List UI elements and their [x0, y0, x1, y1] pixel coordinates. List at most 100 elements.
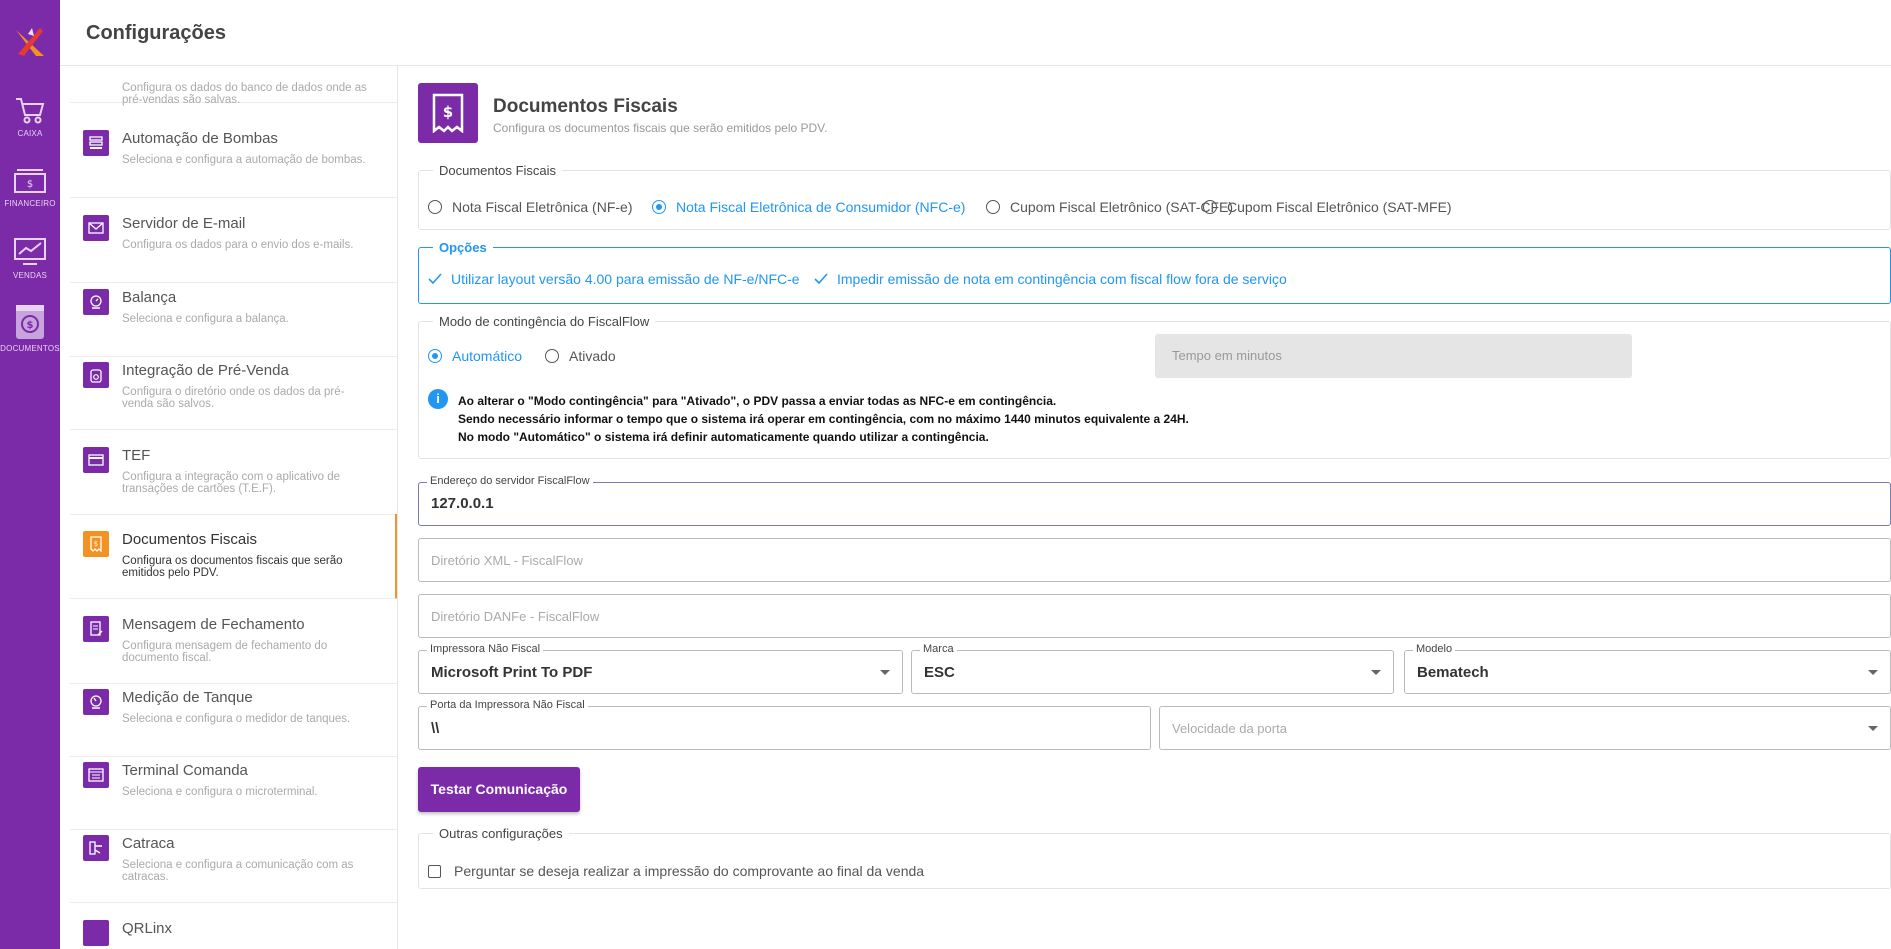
menu-item-title: Mensagem de Fechamento: [122, 616, 305, 633]
rail-label: VENDAS: [12, 271, 48, 280]
velocidade-porta-select[interactable]: Velocidade da porta: [1159, 706, 1891, 750]
checkbox-box: [428, 864, 441, 878]
menu-item-title: Terminal Comanda: [122, 762, 248, 779]
modelo-select[interactable]: Modelo Bematech: [1404, 643, 1891, 694]
menu-item-desc: Seleciona e configura a balança.: [122, 313, 289, 325]
info-line: No modo "Automático" o sistema irá defin…: [458, 430, 989, 444]
radio-sat-mfe[interactable]: Cupom Fiscal Eletrônico (SAT-MFE): [1203, 199, 1452, 215]
svg-text:$: $: [443, 103, 453, 121]
outras-legend: Outras configurações: [439, 826, 563, 841]
menu-item-desc: Seleciona e configura a automação de bom…: [122, 154, 366, 166]
cart-icon: [16, 98, 45, 124]
option-layout-400[interactable]: Utilizar layout versão 4.00 para emissão…: [428, 271, 800, 287]
money-bag-icon: [83, 362, 109, 388]
diretorio-danfe-field[interactable]: Diretório DANFe - FiscalFlow: [418, 594, 1891, 638]
marca-select[interactable]: Marca ESC: [911, 643, 1394, 694]
check-icon: [428, 273, 442, 285]
field-label: Endereço do servidor FiscalFlow: [427, 475, 593, 487]
svg-text:$: $: [94, 540, 98, 548]
field-value: Bematech: [1417, 664, 1489, 681]
menu-item-automacao-bombas[interactable]: Automação de Bombas Seleciona e configur…: [70, 113, 397, 198]
menu-item-title: Medição de Tanque: [122, 689, 253, 706]
menu-item-catraca[interactable]: Catraca Seleciona e configura a comunica…: [70, 818, 397, 903]
document-edit-icon: [83, 616, 109, 642]
rail-item-caixa[interactable]: CAIXA: [0, 92, 60, 138]
terminal-icon: [83, 762, 109, 788]
menu-item-title: Servidor de E-mail: [122, 215, 246, 232]
menu-item-desc: Seleciona e configura o microterminal.: [122, 786, 318, 798]
info-line: Ao alterar o "Modo contingência" para "A…: [458, 394, 1057, 408]
gauge-icon: [83, 689, 109, 715]
rail-item-financeiro[interactable]: $ FINANCEIRO: [0, 166, 60, 208]
testar-comunicacao-button[interactable]: Testar Comunicação: [418, 767, 580, 812]
menu-item-servidor-email[interactable]: Servidor de E-mail Configura os dados pa…: [70, 198, 397, 283]
info-line: Sendo necessário informar o tempo que o …: [458, 412, 1189, 426]
credit-card-icon: [83, 447, 109, 473]
field-label: Porta da Impressora Não Fiscal: [427, 699, 588, 711]
rail-label: DOCUMENTOS: [0, 344, 60, 353]
receipt-icon: $: [83, 531, 109, 557]
radio-label: Cupom Fiscal Eletrônico (SAT-CFE): [1010, 199, 1234, 215]
tempo-minutos-input[interactable]: Tempo em minutos: [1155, 334, 1632, 378]
impressora-select[interactable]: Impressora Não Fiscal Microsoft Print To…: [418, 643, 903, 694]
rail-item-documentos[interactable]: $ DOCUMENTOS: [0, 303, 60, 353]
radio-nfce[interactable]: Nota Fiscal Eletrônica de Consumidor (NF…: [652, 199, 965, 215]
menu-item-title: Catraca: [122, 835, 175, 852]
radio-label: Cupom Fiscal Eletrônico (SAT-MFE): [1227, 199, 1452, 215]
top-bar: Configurações: [60, 0, 1891, 66]
radio-sat-cfe[interactable]: Cupom Fiscal Eletrônico (SAT-CFE): [986, 199, 1233, 215]
field-value: \\: [431, 720, 440, 737]
option-impedir-contingencia[interactable]: Impedir emissão de nota em contingência …: [814, 271, 1287, 287]
scale-icon: [83, 289, 109, 315]
svg-text:$: $: [27, 179, 33, 190]
section-title: Documentos Fiscais: [493, 96, 678, 117]
field-placeholder: Velocidade da porta: [1172, 721, 1287, 736]
radio-circle: [1203, 200, 1217, 214]
menu-item-banco-pre-venda[interactable]: Configura os dados do banco de dados ond…: [70, 66, 397, 106]
radio-label: Nota Fiscal Eletrônica de Consumidor (NF…: [676, 199, 966, 215]
field-placeholder: Diretório DANFe - FiscalFlow: [431, 609, 600, 624]
menu-item-title: Integração de Pré-Venda: [122, 362, 289, 379]
email-icon: [83, 215, 109, 241]
page-header-title: Configurações: [86, 22, 227, 44]
outras-fieldset: Outras configurações: [418, 826, 1891, 889]
imprimir-comprovante-checkbox[interactable]: Perguntar se deseja realizar a impressão…: [428, 863, 924, 879]
field-label: Impressora Não Fiscal: [427, 643, 544, 655]
menu-item-tef[interactable]: TEF Configura a integração com o aplicat…: [70, 430, 397, 515]
info-icon: i: [428, 389, 448, 409]
menu-item-desc: Configura mensagem de fechamento do docu…: [122, 640, 328, 664]
radio-label: Nota Fiscal Eletrônica (NF-e): [452, 199, 633, 215]
rail-item-vendas[interactable]: VENDAS: [0, 236, 60, 280]
endereco-fiscalflow-field[interactable]: Endereço do servidor FiscalFlow 127.0.0.…: [418, 475, 1891, 526]
menu-item-desc: Configura a integração com o aplicativo …: [122, 471, 340, 495]
diretorio-xml-field[interactable]: Diretório XML - FiscalFlow: [418, 538, 1891, 582]
radio-automatico[interactable]: Automático: [428, 348, 522, 364]
svg-text:$: $: [27, 320, 34, 331]
turnstile-icon: [83, 835, 109, 861]
fuel-pump-icon: [83, 130, 109, 156]
radio-label: Automático: [452, 348, 523, 364]
docs-legend: Documentos Fiscais: [439, 163, 557, 178]
menu-item-desc: Seleciona e configura o medidor de tanqu…: [122, 713, 351, 725]
settings-menu: Configura os dados do banco de dados ond…: [70, 66, 398, 949]
menu-item-documentos-fiscais[interactable]: $ Documentos Fiscais Configura os docume…: [70, 514, 397, 599]
app-root: CAIXA $ FINANCEIRO VENDAS $ DOCUMENTOS C…: [0, 0, 1891, 949]
rail-label: CAIXA: [17, 129, 43, 138]
contingencia-info: Ao alterar o "Modo contingência" para "A…: [458, 392, 1189, 446]
rail-label: FINANCEIRO: [4, 199, 56, 208]
menu-item-desc: Seleciona e configura a comunicação com …: [122, 859, 354, 883]
checkbox-label: Perguntar se deseja realizar a impressão…: [454, 863, 925, 879]
field-label: Modelo: [1413, 643, 1456, 655]
logo-icon: [16, 28, 44, 56]
docs-fieldset: Documentos Fiscais: [418, 163, 1891, 230]
contingencia-legend: Modo de contingência do FiscalFlow: [439, 314, 650, 329]
radio-label: Ativado: [569, 348, 616, 364]
dropdown-arrow-icon: [1868, 670, 1878, 675]
document-icon: $: [16, 305, 44, 339]
menu-item-qrlinx[interactable]: QRLinx: [70, 903, 397, 949]
radio-nfe[interactable]: Nota Fiscal Eletrônica (NF-e): [428, 199, 633, 215]
porta-impressora-field[interactable]: Porta da Impressora Não Fiscal \\: [418, 699, 1151, 750]
menu-item-integracao-pre-venda[interactable]: Integração de Pré-Venda Configura o dire…: [70, 345, 397, 430]
option-label: Utilizar layout versão 4.00 para emissão…: [451, 271, 800, 287]
radio-ativado[interactable]: Ativado: [545, 348, 616, 364]
